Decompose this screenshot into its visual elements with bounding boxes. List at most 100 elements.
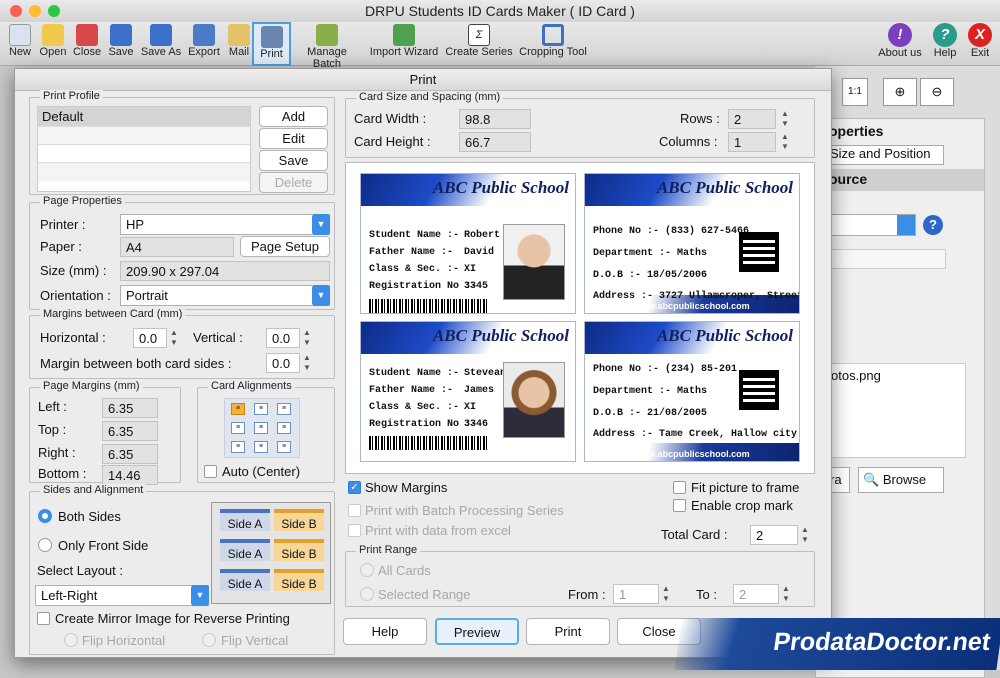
left-margin-field[interactable]: 6.35 [102, 398, 158, 418]
preview-button[interactable]: Preview [435, 618, 519, 645]
excel-data-checkbox[interactable] [348, 524, 361, 537]
horizontal-margin-input[interactable]: 0.0 [133, 328, 167, 348]
card-size-group: Card Size and Spacing (mm) Card Width : … [345, 91, 815, 158]
range-to-input[interactable]: 2 [733, 584, 779, 604]
card-alignments-group: Card Alignments ≡ ≡ ≡ ≡ ≡ ≡ ≡ ≡ ≡ Auto (… [197, 380, 335, 483]
crop-mark-checkbox[interactable] [673, 499, 686, 512]
secondary-dropdown[interactable] [826, 249, 946, 269]
flip-horizontal-radio[interactable] [64, 633, 78, 647]
align-middle-right[interactable]: ≡ [277, 422, 291, 434]
zoom-in-icon[interactable]: ⊕ [883, 78, 917, 106]
orientation-dropdown[interactable]: Portrait ▼ [120, 285, 330, 306]
manage-batch-button[interactable]: Manage Batch [292, 22, 362, 70]
list-item[interactable]: Default [38, 107, 250, 127]
front-side-radio[interactable] [38, 538, 52, 552]
mail-button[interactable]: Mail [226, 22, 252, 66]
align-middle-left[interactable]: ≡ [231, 422, 245, 434]
rows-stepper[interactable]: ▲ ▼ [780, 109, 790, 130]
all-cards-radio[interactable] [360, 563, 374, 577]
zoom-out-icon[interactable]: ⊖ [920, 78, 954, 106]
qr-code [739, 370, 779, 410]
both-sides-stepper[interactable]: ▲ ▼ [302, 353, 312, 374]
print-button[interactable]: Print [252, 22, 291, 66]
flip-vertical-radio[interactable] [202, 633, 216, 647]
open-button[interactable]: Open [37, 22, 69, 66]
columns-stepper[interactable]: ▲ ▼ [780, 132, 790, 153]
id-card-back: ABC Public School Phone No :- (234) 85-2… [584, 321, 800, 462]
layout-dropdown[interactable]: Left-Right ▼ [35, 585, 209, 606]
help-icon[interactable]: ? [923, 215, 943, 235]
import-wizard-button[interactable]: Import Wizard [368, 22, 440, 66]
new-button[interactable]: New [4, 22, 36, 66]
both-sides-radio[interactable] [38, 509, 52, 523]
export-button[interactable]: Export [186, 22, 222, 66]
help-button[interactable]: ? Help [930, 22, 960, 66]
bottom-margin-field[interactable]: 14.46 [102, 465, 158, 485]
zoom-window-icon[interactable] [48, 5, 60, 17]
barcode [369, 436, 487, 450]
page-setup-button[interactable]: Page Setup [240, 236, 330, 257]
profile-list[interactable]: Default [37, 106, 251, 192]
range-from-stepper[interactable]: ▲ ▼ [661, 584, 671, 605]
save-button[interactable]: Save [105, 22, 137, 66]
delete-profile-button[interactable]: Delete [259, 172, 328, 193]
save-as-button[interactable]: Save As [139, 22, 183, 66]
edit-profile-button[interactable]: Edit [259, 128, 328, 149]
total-card-stepper[interactable]: ▲ ▼ [800, 525, 810, 546]
info-icon: ! [888, 23, 912, 47]
sides-alignment-group: Sides and Alignment Both Sides Only Fron… [29, 484, 335, 655]
card-height-field[interactable]: 66.7 [459, 132, 531, 152]
prodatadoctor-watermark: ProdataDoctor.net [674, 618, 1000, 670]
file-list[interactable]: otos.png [826, 363, 966, 458]
add-profile-button[interactable]: Add [259, 106, 328, 127]
minimize-window-icon[interactable] [29, 5, 41, 17]
selected-range-radio[interactable] [360, 587, 374, 601]
both-sides-margin-input[interactable]: 0.0 [266, 353, 300, 373]
vertical-stepper[interactable]: ▲ ▼ [302, 328, 312, 349]
main-toolbar: New Open Close Save Save As Export Mail … [0, 22, 1000, 70]
align-top-right[interactable]: ≡ [277, 403, 291, 415]
cropping-tool-button[interactable]: Cropping Tool [518, 22, 588, 66]
align-top-center[interactable]: ≡ [254, 403, 268, 415]
horizontal-stepper[interactable]: ▲ ▼ [169, 328, 179, 349]
print-dialog-button[interactable]: Print [526, 618, 610, 645]
margins-between-group: Margins between Card (mm) Horizontal : 0… [29, 308, 335, 379]
close-button[interactable]: Close [71, 22, 103, 66]
printer-dropdown[interactable]: HP ▼ [120, 214, 330, 235]
rows-input[interactable]: 2 [728, 109, 776, 129]
source-dropdown[interactable] [826, 214, 916, 236]
card-width-field[interactable]: 98.8 [459, 109, 531, 129]
save-profile-button[interactable]: Save [259, 150, 328, 171]
create-series-button[interactable]: Σ Create Series [445, 22, 513, 66]
columns-input[interactable]: 1 [728, 132, 776, 152]
mirror-image-checkbox[interactable] [37, 612, 50, 625]
align-bottom-right[interactable]: ≡ [277, 441, 291, 453]
align-bottom-left[interactable]: ≡ [231, 441, 245, 453]
range-from-input[interactable]: 1 [613, 584, 659, 604]
exit-button[interactable]: X Exit [965, 22, 995, 66]
fit-picture-checkbox[interactable] [673, 481, 686, 494]
show-margins-checkbox[interactable]: ✓ [348, 481, 361, 494]
browse-button[interactable]: 🔍 Browse [858, 467, 944, 493]
align-middle-center[interactable]: ≡ [254, 422, 268, 434]
total-card-input[interactable]: 2 [750, 525, 798, 545]
right-margin-field[interactable]: 6.35 [102, 444, 158, 464]
align-top-left[interactable]: ≡ [231, 403, 245, 415]
chevron-down-icon: ▼ [312, 214, 330, 235]
top-margin-field[interactable]: 6.35 [102, 421, 158, 441]
range-to-stepper[interactable]: ▲ ▼ [781, 584, 791, 605]
close-window-icon[interactable] [10, 5, 22, 17]
student-photo [503, 224, 565, 300]
crop-icon [542, 24, 564, 46]
batch-series-checkbox[interactable] [348, 504, 361, 517]
new-icon [9, 24, 31, 46]
alignment-grid: ≡ ≡ ≡ ≡ ≡ ≡ ≡ ≡ ≡ [224, 398, 300, 458]
save-icon [110, 24, 132, 46]
help-dialog-button[interactable]: Help [343, 618, 427, 645]
auto-center-checkbox[interactable] [204, 465, 217, 478]
vertical-margin-input[interactable]: 0.0 [266, 328, 300, 348]
tab-size-position[interactable]: Size and Position [826, 145, 944, 165]
align-bottom-center[interactable]: ≡ [254, 441, 268, 453]
actual-size-icon[interactable]: 1:1 [842, 78, 868, 106]
about-us-button[interactable]: ! About us [876, 22, 924, 66]
